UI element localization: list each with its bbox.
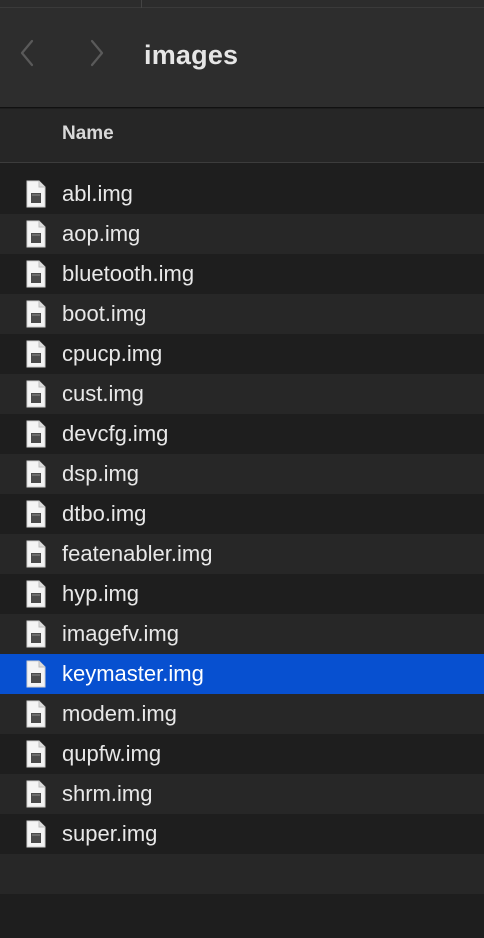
file-row[interactable]: super.img bbox=[0, 814, 484, 854]
document-icon bbox=[25, 620, 47, 648]
file-row[interactable]: keymaster.img bbox=[0, 654, 484, 694]
file-row[interactable]: devcfg.img bbox=[0, 414, 484, 454]
file-name: abl.img bbox=[62, 181, 133, 206]
file-name: dsp.img bbox=[62, 461, 140, 486]
file-name: imagefv.img bbox=[62, 621, 179, 646]
document-icon bbox=[25, 580, 47, 608]
back-button[interactable] bbox=[12, 38, 42, 72]
top-strip bbox=[0, 0, 484, 8]
document-icon bbox=[25, 220, 47, 248]
empty-row bbox=[0, 854, 484, 894]
file-name: cpucp.img bbox=[62, 341, 163, 366]
file-name: aop.img bbox=[62, 221, 141, 246]
file-name: shrm.img bbox=[62, 781, 153, 806]
file-row[interactable]: aop.img bbox=[0, 214, 484, 254]
file-row[interactable]: featenabler.img bbox=[0, 534, 484, 574]
document-icon bbox=[25, 260, 47, 288]
document-icon bbox=[25, 780, 47, 808]
document-icon bbox=[25, 660, 47, 688]
file-name: boot.img bbox=[62, 301, 147, 326]
document-icon bbox=[25, 340, 47, 368]
file-row[interactable]: qupfw.img bbox=[0, 734, 484, 774]
file-name: devcfg.img bbox=[62, 421, 169, 446]
chevron-left-icon bbox=[20, 39, 34, 72]
file-name: cust.img bbox=[62, 381, 144, 406]
finder-toolbar: images bbox=[0, 8, 484, 108]
document-icon bbox=[25, 460, 47, 488]
forward-button[interactable] bbox=[82, 38, 112, 72]
strip-divider bbox=[141, 0, 142, 8]
file-row[interactable]: abl.img bbox=[0, 174, 484, 214]
file-row[interactable]: bluetooth.img bbox=[0, 254, 484, 294]
file-row[interactable]: dtbo.img bbox=[0, 494, 484, 534]
file-name: modem.img bbox=[62, 701, 177, 726]
file-row[interactable]: cpucp.img bbox=[0, 334, 484, 374]
empty-row bbox=[0, 894, 484, 934]
column-header-name[interactable]: Name bbox=[62, 109, 114, 159]
chevron-right-icon bbox=[90, 39, 104, 72]
document-icon bbox=[25, 820, 47, 848]
window-title: images bbox=[144, 40, 239, 70]
file-name: featenabler.img bbox=[62, 541, 213, 566]
file-row[interactable]: hyp.img bbox=[0, 574, 484, 614]
file-row[interactable]: dsp.img bbox=[0, 454, 484, 494]
file-list: abl.img aop.img bluetooth.img boot.img cpucp… bbox=[0, 174, 484, 934]
document-icon bbox=[25, 740, 47, 768]
file-name: super.img bbox=[62, 821, 158, 846]
file-row[interactable]: modem.img bbox=[0, 694, 484, 734]
file-name: keymaster.img bbox=[62, 661, 204, 686]
document-icon bbox=[25, 700, 47, 728]
file-row[interactable]: boot.img bbox=[0, 294, 484, 334]
document-icon bbox=[25, 420, 47, 448]
document-icon bbox=[25, 500, 47, 528]
document-icon bbox=[25, 540, 47, 568]
list-header: Name bbox=[0, 109, 484, 163]
file-name: qupfw.img bbox=[62, 741, 162, 766]
document-icon bbox=[25, 380, 47, 408]
file-name: hyp.img bbox=[62, 581, 140, 606]
file-row[interactable]: imagefv.img bbox=[0, 614, 484, 654]
document-icon bbox=[25, 300, 47, 328]
file-name: dtbo.img bbox=[62, 501, 147, 526]
file-row[interactable]: cust.img bbox=[0, 374, 484, 414]
file-row[interactable]: shrm.img bbox=[0, 774, 484, 814]
document-icon bbox=[25, 180, 47, 208]
file-name: bluetooth.img bbox=[62, 261, 195, 286]
